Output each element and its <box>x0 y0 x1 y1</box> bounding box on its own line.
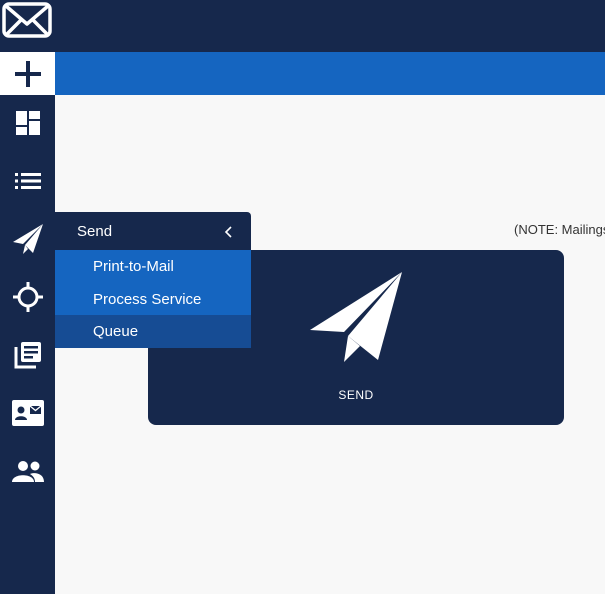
paper-plane-icon <box>12 224 43 254</box>
people-icon <box>11 461 44 482</box>
envelope-icon[interactable] <box>2 2 52 38</box>
crosshair-icon <box>12 282 43 312</box>
send-card-label: SEND <box>338 388 374 402</box>
contact-card-icon <box>11 400 44 426</box>
chevron-left-icon[interactable] <box>219 222 239 242</box>
flyout-item-print-to-mail[interactable]: Print-to-Mail <box>55 250 251 283</box>
sidebar <box>0 52 55 594</box>
flyout-item-label: Process Service <box>93 291 202 308</box>
plus-icon <box>14 60 41 87</box>
sidebar-item-library[interactable] <box>0 329 55 381</box>
flyout-header[interactable]: Send <box>55 212 251 250</box>
sidebar-item-dashboard[interactable] <box>0 97 55 149</box>
flyout-item-queue[interactable]: Queue <box>55 315 251 348</box>
sidebar-item-target[interactable] <box>0 271 55 323</box>
dashboard-icon <box>15 111 40 135</box>
header-strip <box>55 52 605 95</box>
paper-plane-icon <box>310 272 402 362</box>
flyout-item-process-service[interactable]: Process Service <box>55 283 251 316</box>
sidebar-item-contact[interactable] <box>0 387 55 439</box>
app-root: (NOTE: Mailings SEND Send Print-to-Mail … <box>0 0 605 594</box>
send-flyout-menu: Send Print-to-Mail Process Service Queue <box>55 212 251 348</box>
library-icon <box>14 342 41 369</box>
list-icon <box>14 173 41 189</box>
add-button[interactable] <box>0 52 55 95</box>
sidebar-item-people[interactable] <box>0 445 55 497</box>
flyout-item-label: Queue <box>93 323 139 340</box>
sidebar-item-list[interactable] <box>0 155 55 207</box>
mailings-note: (NOTE: Mailings <box>514 222 605 237</box>
flyout-item-label: Print-to-Mail <box>93 258 174 275</box>
flyout-title: Send <box>77 223 113 240</box>
sidebar-item-send[interactable] <box>0 213 55 265</box>
top-bar <box>0 0 605 52</box>
